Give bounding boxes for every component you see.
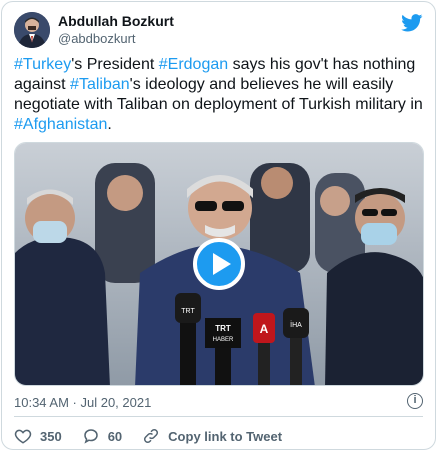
play-icon — [213, 253, 231, 275]
tweet-header: Abdullah Bozkurt @abdbozkurt — [14, 12, 423, 48]
copy-link-label: Copy link to Tweet — [168, 428, 283, 444]
mic-label-haber: HABER — [213, 337, 234, 343]
twitter-bird-icon[interactable] — [401, 14, 423, 32]
mic-label-trt-box: TRT — [215, 324, 231, 333]
copy-link-button[interactable]: Copy link to Tweet — [142, 427, 282, 445]
reply-count: 60 — [107, 428, 123, 444]
play-button[interactable] — [193, 238, 245, 290]
author-name[interactable]: Abdullah Bozkurt — [58, 13, 174, 29]
mic-label-trt: TRT — [181, 308, 195, 315]
hashtag-turkey[interactable]: #Turkey — [14, 56, 71, 73]
like-button[interactable]: 350 — [14, 427, 62, 445]
mic-label-iha: İHA — [290, 320, 302, 329]
mic-label-a: A — [260, 322, 269, 336]
like-count: 350 — [40, 428, 62, 444]
tweet-text-segment: 's President — [71, 56, 159, 73]
tweet-actions: 350 60 Copy link to Tweet — [14, 426, 302, 446]
info-icon[interactable]: i — [407, 393, 423, 409]
tweet-text-segment: . — [107, 116, 112, 133]
tweet-timestamp[interactable]: 10:34 AM · Jul 20, 2021 — [14, 395, 151, 410]
video-thumbnail[interactable]: TRT TRT HABER A İHA — [14, 142, 424, 386]
link-icon — [144, 428, 159, 444]
tweet-card: Abdullah Bozkurt @abdbozkurt #Turkey's P… — [1, 1, 436, 450]
hashtag-afghanistan[interactable]: #Afghanistan — [14, 116, 107, 133]
divider — [14, 416, 423, 417]
avatar[interactable] — [14, 12, 50, 48]
hashtag-taliban[interactable]: #Taliban — [70, 76, 130, 93]
author-handle[interactable]: @abdbozkurt — [58, 31, 136, 46]
reply-icon — [83, 429, 98, 444]
heart-icon — [14, 429, 32, 444]
reply-button[interactable]: 60 — [82, 427, 122, 445]
hashtag-erdogan[interactable]: #Erdogan — [159, 56, 228, 73]
tweet-text: #Turkey's President #Erdogan says his go… — [14, 55, 429, 135]
